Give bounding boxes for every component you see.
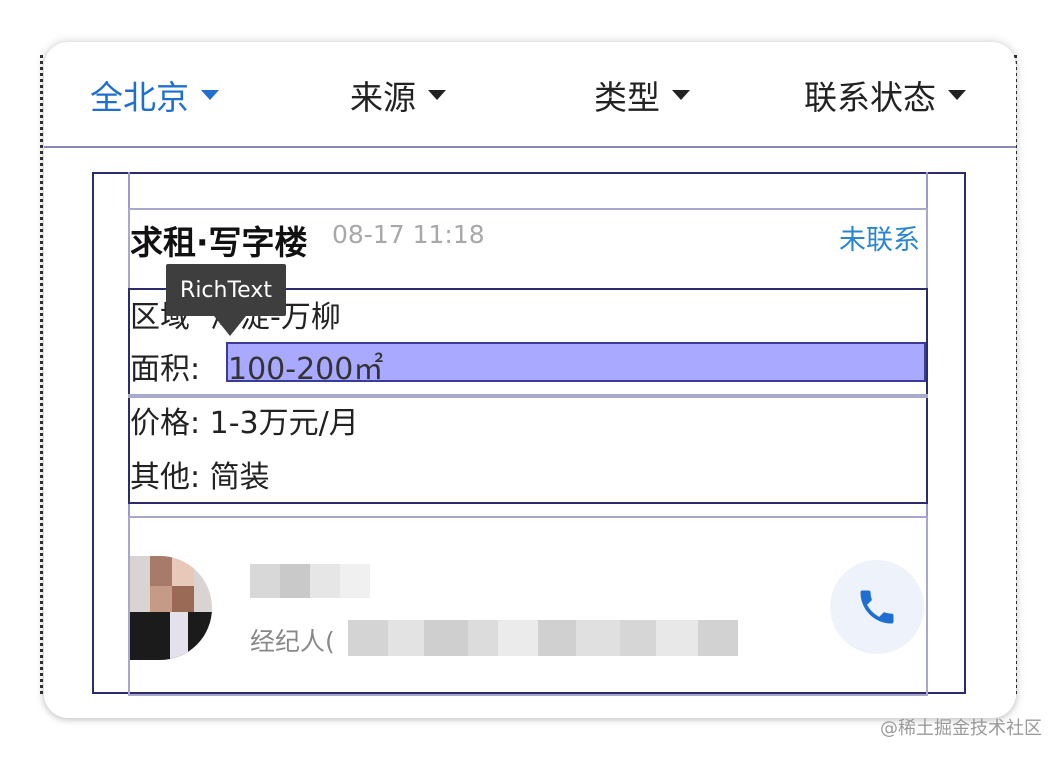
watermark: @稀土掘金技术社区 — [880, 718, 1042, 739]
listing-title: 求租·写字楼 — [130, 223, 308, 262]
chevron-down-icon — [428, 90, 446, 100]
contact-status[interactable]: 未联系 — [839, 218, 920, 257]
filter-type-label: 类型 — [594, 78, 660, 117]
filter-city[interactable]: 全北京 — [90, 72, 219, 118]
filter-contact-status[interactable]: 联系状态 — [804, 72, 966, 118]
chevron-down-icon — [672, 90, 690, 100]
richtext-tooltip: RichText — [166, 264, 286, 316]
chevron-down-icon — [948, 90, 966, 100]
phone-icon — [860, 590, 894, 624]
size-value: 100-200㎡ — [228, 352, 384, 387]
tooltip-arrow — [214, 316, 246, 336]
chevron-down-icon — [201, 90, 219, 100]
call-button[interactable] — [830, 560, 924, 654]
other-row: 其他: 简装 — [130, 460, 270, 495]
agent-name-blurred — [250, 564, 370, 598]
avatar[interactable] — [130, 556, 212, 660]
agent-info-blurred — [348, 620, 738, 656]
listing-card: 全北京 来源 类型 联系状态 求租·写字楼 08-17 11:18 未联系 区域… — [44, 42, 1016, 718]
filter-type[interactable]: 类型 — [594, 72, 690, 118]
size-label: 面积: — [130, 352, 201, 387]
filter-source[interactable]: 来源 — [350, 72, 446, 118]
agent-label: 经纪人( — [250, 627, 335, 656]
inspector-edge-left — [40, 55, 43, 695]
filter-contact-status-label: 联系状态 — [804, 78, 936, 117]
filter-bar: 全北京 来源 类型 联系状态 — [44, 42, 1016, 148]
inspector-agent-box — [128, 516, 928, 696]
filter-city-label: 全北京 — [90, 78, 189, 117]
filter-source-label: 来源 — [350, 78, 416, 117]
price-row: 价格: 1-3万元/月 — [130, 406, 359, 441]
listing-time: 08-17 11:18 — [332, 220, 485, 249]
